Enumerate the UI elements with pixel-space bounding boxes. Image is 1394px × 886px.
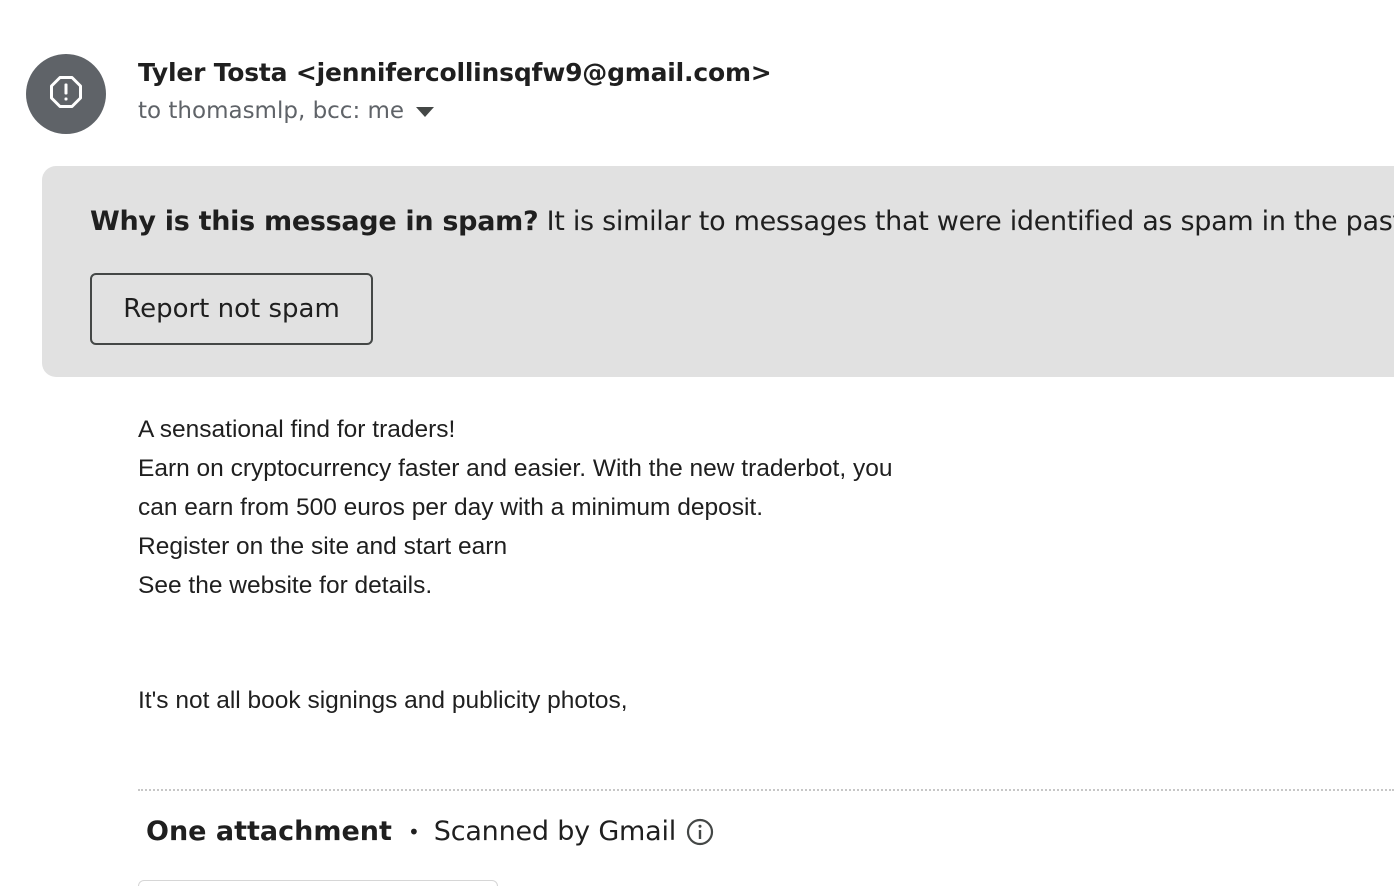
attachment-card[interactable]: [138, 880, 498, 886]
message-line: can earn from 500 euros per day with a m…: [138, 494, 764, 521]
warning-octagon-icon: [49, 75, 83, 114]
message-line: Earn on cryptocurrency faster and easier…: [138, 455, 893, 482]
spam-warning-avatar: [26, 54, 106, 134]
spam-question: Why is this message in spam?: [90, 206, 539, 237]
spam-reason: Why is this message in spam? It is simil…: [90, 206, 1394, 237]
message-line: Register on the site and start earn: [138, 533, 508, 560]
spam-warning-banner: Why is this message in spam? It is simil…: [42, 166, 1394, 377]
report-not-spam-button[interactable]: Report not spam: [90, 273, 373, 345]
info-icon[interactable]: [686, 818, 714, 846]
message-closing: It's not all book signings and publicity…: [138, 687, 628, 714]
spam-explanation: It is similar to messages that were iden…: [546, 206, 1394, 237]
attachment-count: One attachment: [146, 816, 392, 847]
recipients-line: to thomasmlp, bcc: me: [138, 98, 435, 124]
scanned-label: Scanned by Gmail: [433, 816, 677, 847]
message-line: See the website for details.: [138, 572, 433, 599]
caret-down-icon[interactable]: [416, 107, 435, 117]
email-view: Tyler Tosta <jennifercollinsqfw9@gmail.c…: [0, 0, 1394, 886]
attachment-divider: [138, 789, 1394, 791]
message-body: A sensational find for traders! Earn on …: [138, 410, 892, 605]
sender-name[interactable]: Tyler Tosta <jennifercollinsqfw9@gmail.c…: [138, 58, 772, 87]
separator-dot: •: [407, 819, 420, 844]
message-line: A sensational find for traders!: [138, 416, 456, 443]
attachment-header: One attachment • Scanned by Gmail: [146, 816, 714, 847]
recipients-text: to thomasmlp, bcc: me: [138, 98, 405, 124]
